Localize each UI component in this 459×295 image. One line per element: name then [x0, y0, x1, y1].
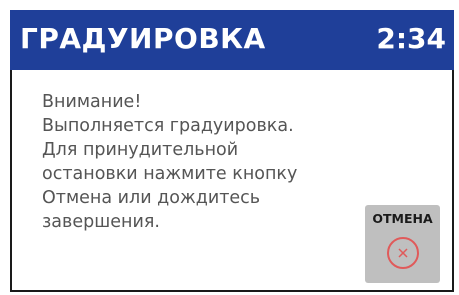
message-line: завершения. [42, 212, 160, 232]
screen-title: ГРАДУИРОВКА [20, 22, 266, 55]
calibration-message: Внимание! Выполняется градуировка. Для п… [42, 90, 342, 234]
message-line: Внимание! [42, 92, 142, 112]
message-line: Для принудительной [42, 140, 239, 160]
message-line: Выполняется градуировка. [42, 116, 294, 136]
calibration-screen: ГРАДУИРОВКА 2:34 Внимание! Выполняется г… [0, 0, 459, 295]
cancel-button-label: ОТМЕНА [372, 211, 433, 226]
countdown-timer: 2:34 [376, 22, 446, 55]
title-bar: ГРАДУИРОВКА 2:34 [10, 10, 454, 70]
message-line: остановки нажмите кнопку [42, 164, 298, 184]
cancel-button[interactable]: ОТМЕНА [365, 205, 440, 283]
close-circle-icon [387, 237, 419, 269]
message-line: Отмена или дождитесь [42, 188, 261, 208]
